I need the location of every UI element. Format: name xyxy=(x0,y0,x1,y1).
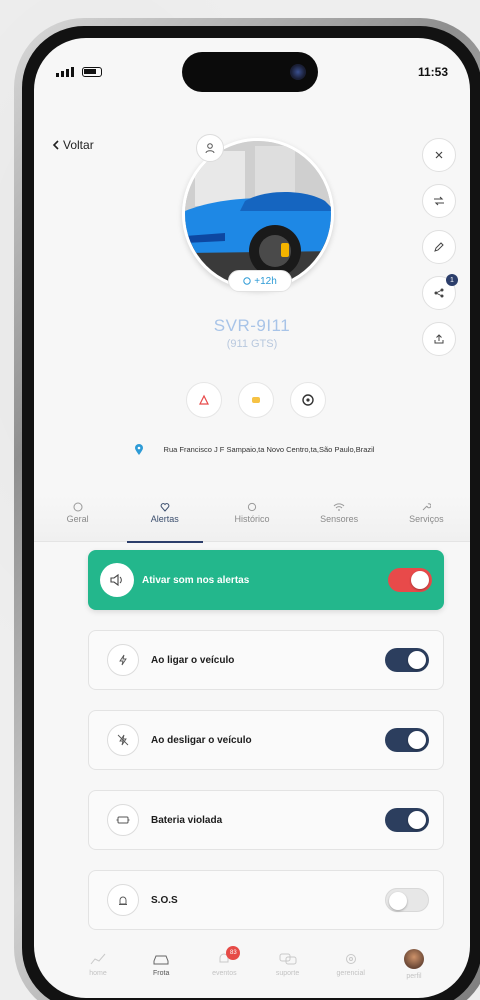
alert-label: Ao ligar o veículo xyxy=(151,654,235,666)
nav-label: eventos xyxy=(212,969,237,977)
heart-icon xyxy=(160,503,170,512)
pencil-icon xyxy=(434,242,444,252)
share-button[interactable]: 1 xyxy=(422,274,458,310)
siren-icon xyxy=(107,884,139,916)
back-label: Voltar xyxy=(63,138,94,152)
tab-servicos[interactable]: Serviços xyxy=(386,496,466,542)
vehicle-model: (911 GTS) xyxy=(226,338,278,350)
tab-label: Histórico xyxy=(234,514,270,524)
swap-icon xyxy=(434,196,444,206)
nav-suporte[interactable]: suporte xyxy=(268,952,308,977)
sound-alert-card: Ativar som nos alertas xyxy=(88,550,444,610)
power-off-icon xyxy=(107,724,139,756)
share-badge: 1 xyxy=(446,274,458,286)
close-icon xyxy=(435,151,443,159)
lock-alert-icon xyxy=(199,394,209,405)
tab-historico[interactable]: Histórico xyxy=(212,496,292,542)
share-icon xyxy=(434,288,444,298)
steering-button[interactable] xyxy=(290,382,326,418)
battery-status-icon xyxy=(82,67,102,77)
tab-alertas[interactable]: Alertas xyxy=(125,496,205,543)
phone-frame: 11:53 Voltar +12h 1 SVR-9I11 (911 GTS) R… xyxy=(14,18,480,1000)
sound-alert-toggle[interactable] xyxy=(388,568,432,592)
speaker-icon xyxy=(100,563,134,597)
alert-ignition-on: Ao ligar o veículo xyxy=(88,630,444,690)
steering-wheel-icon xyxy=(302,394,314,406)
nav-label: perfil xyxy=(406,972,422,980)
chart-icon xyxy=(90,953,106,964)
alerts-list: Ativar som nos alertas Ao ligar o veícul… xyxy=(88,550,444,930)
alert-label: S.O.S xyxy=(151,894,178,906)
tab-geral[interactable]: Geral xyxy=(38,496,118,542)
app-screen: 11:53 Voltar +12h 1 SVR-9I11 (911 GTS) R… xyxy=(34,38,470,998)
chat-icon xyxy=(279,953,297,964)
driver-button[interactable] xyxy=(196,134,224,162)
user-icon xyxy=(205,143,215,154)
tab-label: Geral xyxy=(66,514,89,524)
battery-icon xyxy=(107,804,139,836)
time-badge-label: +12h xyxy=(254,275,277,287)
nav-eventos[interactable]: 83 eventos xyxy=(204,945,244,977)
alert-label: Bateria violada xyxy=(151,814,223,826)
alert-label: Ao desligar o veículo xyxy=(151,734,252,746)
back-button[interactable]: Voltar xyxy=(52,138,94,152)
edit-button[interactable] xyxy=(422,230,456,264)
vehicle-plate: SVR-9I11 xyxy=(213,316,291,335)
history-icon xyxy=(247,502,257,512)
nav-gerencial[interactable]: gerencial xyxy=(331,952,371,977)
chevron-left-icon xyxy=(52,140,59,150)
transfer-button[interactable] xyxy=(422,184,456,218)
nav-label: gerencial xyxy=(336,969,365,977)
tab-label: Sensores xyxy=(320,514,359,524)
sound-alert-label: Ativar som nos alertas xyxy=(142,574,250,586)
alert-toggle[interactable] xyxy=(385,728,429,752)
last-update-badge: +12h xyxy=(228,270,292,292)
nav-label: suporte xyxy=(275,969,300,977)
alert-toggle[interactable] xyxy=(385,808,429,832)
bottom-nav: home Frota 83 eventos suporte gerencial … xyxy=(64,934,448,994)
warning-icon xyxy=(252,397,260,403)
nav-perfil[interactable]: perfil xyxy=(394,948,434,980)
quick-actions xyxy=(186,382,326,418)
wrench-icon xyxy=(422,503,432,511)
close-button[interactable] xyxy=(422,138,456,172)
status-time: 11:53 xyxy=(417,65,448,79)
clock-icon xyxy=(243,277,251,285)
location-pin-icon xyxy=(135,444,143,455)
alert-ignition-off: Ao desligar o veículo xyxy=(88,710,444,770)
vehicle-address: Rua Francisco J F Sampaio,ta Novo Centro… xyxy=(134,444,384,456)
nav-label: home xyxy=(89,969,107,977)
warning-button[interactable] xyxy=(238,382,274,418)
alert-toggle[interactable] xyxy=(385,888,429,912)
phone-bezel: 11:53 Voltar +12h 1 SVR-9I11 (911 GTS) R… xyxy=(22,26,480,1000)
alert-toggle[interactable] xyxy=(385,648,429,672)
tab-label: Alertas xyxy=(150,514,179,524)
profile-icon xyxy=(403,948,424,969)
info-icon xyxy=(73,502,83,512)
nav-label: Frota xyxy=(153,969,170,977)
car-icon xyxy=(153,955,169,964)
tab-sensores[interactable]: Sensores xyxy=(299,496,379,542)
settings-icon xyxy=(345,953,356,964)
tab-label: Serviços xyxy=(409,514,444,524)
nav-home[interactable]: home xyxy=(78,952,118,977)
nav-frota[interactable]: Frota xyxy=(141,952,181,977)
signal-icon xyxy=(56,67,74,77)
power-icon xyxy=(107,644,139,676)
status-bar: 11:53 xyxy=(56,62,448,82)
vehicle-tabs: Geral Alertas Histórico Sensores Serviço… xyxy=(34,496,470,543)
alert-battery: Bateria violada xyxy=(88,790,444,850)
block-vehicle-button[interactable] xyxy=(186,382,222,418)
events-badge: 83 xyxy=(226,945,241,960)
car-photo-image xyxy=(185,141,331,287)
address-text: Rua Francisco J F Sampaio,ta Novo Centro… xyxy=(163,445,375,454)
wifi-icon xyxy=(333,503,345,511)
alert-sos: S.O.S xyxy=(88,870,444,930)
